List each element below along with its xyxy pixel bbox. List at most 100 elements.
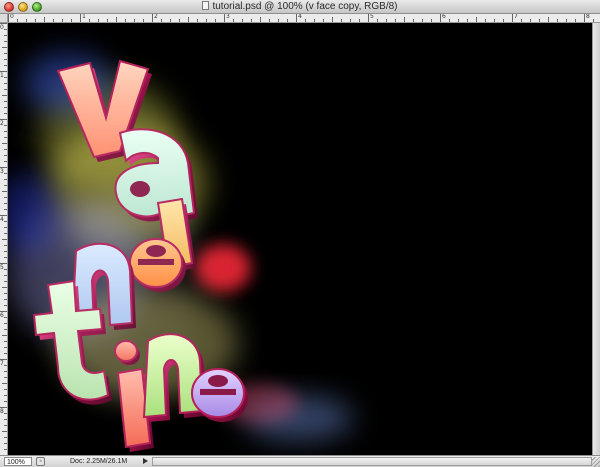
ruler-number: 4 [0, 216, 4, 223]
ruler-tick [4, 41, 7, 42]
ruler-tick [4, 341, 7, 342]
ruler-tick [4, 293, 7, 294]
ruler-tick [4, 443, 7, 444]
ruler-tick [4, 299, 7, 300]
ruler-tick [395, 19, 396, 22]
ruler-tick [521, 19, 522, 22]
ruler-tick [323, 19, 324, 22]
ruler-tick [4, 107, 7, 108]
ruler-tick [4, 59, 7, 60]
ruler-tick [332, 17, 333, 22]
ruler-tick [4, 65, 7, 66]
ruler-tick [251, 19, 252, 22]
horizontal-ruler[interactable]: 0 1 2 3 4 5 6 7 8 [8, 14, 600, 23]
ruler-tick [4, 257, 7, 258]
ruler-tick [4, 179, 7, 180]
ruler-tick [566, 19, 567, 22]
ruler-tick [4, 419, 7, 420]
horizontal-scrollbar[interactable] [152, 457, 592, 466]
ruler-tick [0, 263, 7, 264]
ruler-tick [503, 19, 504, 22]
ruler-tick [386, 19, 387, 22]
ruler-tick [53, 19, 54, 22]
ruler-tick [170, 19, 171, 22]
ruler-tick [4, 353, 7, 354]
ruler-tick [206, 19, 207, 22]
ruler-tick [458, 19, 459, 22]
vertical-scrollbar[interactable] [592, 23, 600, 455]
ruler-number: 7 [514, 14, 518, 20]
document-canvas[interactable] [8, 23, 592, 455]
ruler-tick [143, 19, 144, 22]
ruler-tick [215, 19, 216, 22]
ruler-tick [4, 155, 7, 156]
ruler-number: 8 [0, 408, 4, 415]
ruler-tick [62, 19, 63, 22]
ruler-tick [4, 365, 7, 366]
ruler-tick [584, 14, 585, 22]
title-bar[interactable]: tutorial.psd @ 100% (v face copy, RGB/8) [0, 0, 600, 14]
ruler-tick [125, 19, 126, 22]
ruler-tick [0, 23, 7, 24]
ruler-number: 5 [0, 264, 4, 271]
ruler-tick [4, 395, 7, 396]
ruler-tick [314, 19, 315, 22]
ruler-number: 1 [0, 72, 4, 79]
ruler-tick [4, 329, 7, 330]
ruler-tick [4, 377, 7, 378]
ruler-tick [4, 185, 7, 186]
ruler-tick [4, 203, 7, 204]
ruler-number: 0 [10, 14, 14, 20]
ruler-tick [35, 19, 36, 22]
ruler-tick [2, 191, 7, 192]
ruler-tick [4, 173, 7, 174]
ruler-tick [449, 19, 450, 22]
ruler-tick [4, 131, 7, 132]
window-resize-grip[interactable] [592, 457, 600, 467]
ruler-tick [71, 19, 72, 22]
ruler-number: 6 [442, 14, 446, 20]
window-title: tutorial.psd @ 100% (v face copy, RGB/8) [212, 1, 398, 12]
ruler-tick [278, 19, 279, 22]
ruler-tick [233, 19, 234, 22]
ruler-tick [224, 14, 225, 22]
ruler-tick [4, 35, 7, 36]
ruler-tick [548, 17, 549, 22]
ruler-tick [134, 19, 135, 22]
ruler-tick [530, 19, 531, 22]
ruler-tick [2, 143, 7, 144]
ruler-tick [8, 14, 9, 22]
ruler-tick [413, 19, 414, 22]
ruler-tick [377, 19, 378, 22]
ruler-number: 5 [370, 14, 374, 20]
ruler-tick [0, 215, 7, 216]
document-size-info: Doc: 2.25M/26.1M [70, 458, 128, 465]
ruler-number: 3 [0, 168, 4, 175]
vertical-ruler[interactable]: 0 1 2 3 4 5 6 7 8 [0, 23, 8, 455]
ruler-tick [4, 233, 7, 234]
ruler-tick [359, 19, 360, 22]
ruler-number: 6 [0, 312, 4, 319]
ruler-tick [2, 95, 7, 96]
ruler-tick [188, 17, 189, 22]
status-info-icon[interactable]: ◦ [36, 457, 45, 466]
ruler-tick [287, 19, 288, 22]
ruler-tick [422, 19, 423, 22]
ruler-tick [116, 17, 117, 22]
status-menu-arrow-icon[interactable] [143, 458, 148, 464]
ruler-tick [2, 287, 7, 288]
photoshop-document-window: tutorial.psd @ 100% (v face copy, RGB/8)… [0, 0, 600, 467]
ruler-tick [26, 19, 27, 22]
zoom-level-field[interactable]: 100% [4, 457, 32, 466]
ruler-tick [197, 19, 198, 22]
ruler-tick [2, 383, 7, 384]
ruler-number: 8 [586, 14, 590, 20]
ruler-tick [0, 311, 7, 312]
status-bar: 100% ◦ Doc: 2.25M/26.1M [0, 455, 600, 467]
ruler-tick [242, 19, 243, 22]
ruler-tick [2, 239, 7, 240]
ruler-tick [4, 317, 7, 318]
ruler-origin[interactable] [0, 14, 8, 23]
ruler-tick [4, 77, 7, 78]
ruler-tick [2, 335, 7, 336]
